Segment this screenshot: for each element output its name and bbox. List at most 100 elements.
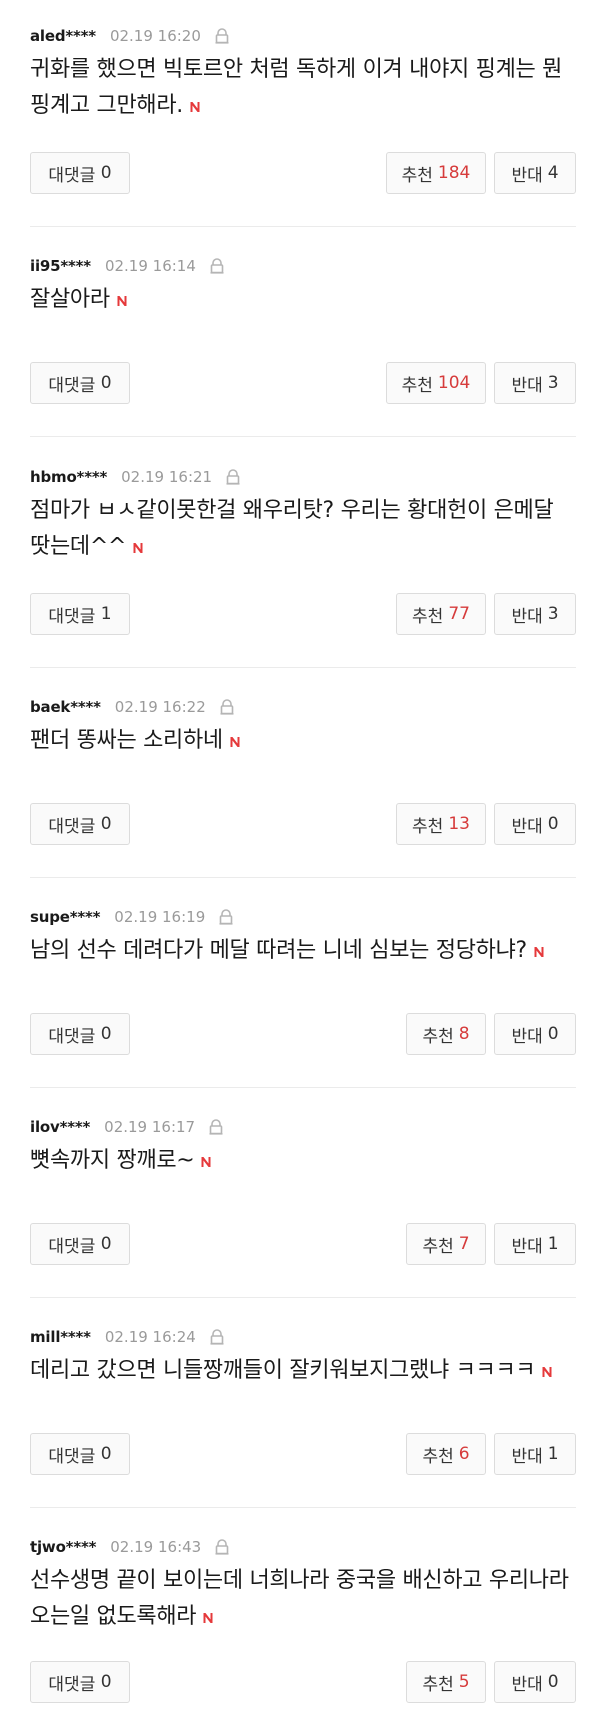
comment-username[interactable]: ilov**** bbox=[30, 1118, 90, 1136]
reply-button[interactable]: 대댓글 1 bbox=[30, 593, 130, 635]
comment-divider bbox=[30, 877, 576, 878]
comment-timestamp: 02.19 16:21 bbox=[121, 468, 213, 486]
disagree-button[interactable]: 반대 0 bbox=[494, 803, 576, 845]
disagree-button[interactable]: 반대 4 bbox=[494, 152, 576, 194]
disagree-count: 3 bbox=[547, 604, 559, 624]
disagree-button[interactable]: 반대 3 bbox=[494, 362, 576, 404]
new-badge-icon bbox=[132, 530, 144, 553]
comment-meta: mill**** 02.19 16:24 bbox=[30, 1323, 226, 1351]
comment-timestamp: 02.19 16:20 bbox=[109, 27, 201, 45]
disagree-button[interactable]: 반대 0 bbox=[494, 1013, 576, 1055]
reply-button[interactable]: 대댓글 0 bbox=[30, 152, 130, 194]
agree-button[interactable]: 추천 6 bbox=[406, 1433, 486, 1475]
report-icon[interactable] bbox=[208, 1328, 226, 1346]
reply-button[interactable]: 대댓글 0 bbox=[30, 803, 130, 845]
new-badge-icon bbox=[533, 934, 545, 957]
disagree-label: 반대 bbox=[511, 606, 543, 627]
comment-text: 팬더 똥싸는 소리하네 bbox=[30, 723, 576, 759]
disagree-label: 반대 bbox=[511, 375, 543, 396]
report-icon[interactable] bbox=[218, 698, 236, 716]
agree-button[interactable]: 추천 13 bbox=[396, 803, 486, 845]
new-badge-icon bbox=[116, 283, 128, 306]
reply-button[interactable]: 대댓글 0 bbox=[30, 362, 130, 404]
disagree-count: 4 bbox=[547, 163, 559, 183]
report-icon[interactable] bbox=[213, 1538, 231, 1556]
comment-username[interactable]: supe**** bbox=[30, 908, 100, 926]
new-badge-icon bbox=[189, 89, 201, 112]
comment-text: 남의 선수 데려다가 메달 따려는 니네 심보는 정당하냐? bbox=[30, 933, 576, 969]
disagree-label: 반대 bbox=[511, 1236, 543, 1257]
comment-body: 데리고 갔으면 니들짱깨들이 잘키워보지그랬냐 ㅋㅋㅋㅋ bbox=[30, 1358, 536, 1383]
comment-meta: ilov**** 02.19 16:17 bbox=[30, 1113, 225, 1141]
disagree-button[interactable]: 반대 1 bbox=[494, 1433, 576, 1475]
report-icon[interactable] bbox=[217, 908, 235, 926]
new-badge-icon bbox=[202, 1600, 214, 1623]
report-icon[interactable] bbox=[207, 1118, 225, 1136]
reply-count: 0 bbox=[100, 1024, 112, 1044]
comment-text: 선수생명 끝이 보이는데 너희나라 중국을 배신하고 우리나라 오는일 없도록해… bbox=[30, 1563, 576, 1635]
report-icon[interactable] bbox=[224, 468, 242, 486]
agree-label: 추천 bbox=[401, 165, 433, 186]
agree-count: 6 bbox=[458, 1444, 470, 1464]
agree-count: 5 bbox=[458, 1672, 470, 1692]
disagree-count: 0 bbox=[547, 814, 559, 834]
comment-text: 점마가 ㅂㅅ같이못한걸 왜우리탓? 우리는 황대헌이 은메달 땃는데^^ bbox=[30, 493, 576, 565]
agree-count: 8 bbox=[458, 1024, 470, 1044]
disagree-button[interactable]: 반대 1 bbox=[494, 1223, 576, 1265]
agree-count: 13 bbox=[448, 814, 470, 834]
reply-count: 0 bbox=[100, 163, 112, 183]
reply-count: 0 bbox=[100, 1234, 112, 1254]
disagree-count: 0 bbox=[547, 1672, 559, 1692]
agree-count: 77 bbox=[448, 604, 470, 624]
agree-button[interactable]: 추천 8 bbox=[406, 1013, 486, 1055]
reply-button[interactable]: 대댓글 0 bbox=[30, 1013, 130, 1055]
comment-text: 뼛속까지 짱깨로~ bbox=[30, 1143, 576, 1179]
comment-meta: aled**** 02.19 16:20 bbox=[30, 22, 231, 50]
reply-label: 대댓글 bbox=[48, 165, 96, 186]
comment-username[interactable]: ii95**** bbox=[30, 257, 91, 275]
reply-count: 1 bbox=[100, 604, 112, 624]
comment-body: 선수생명 끝이 보이는데 너희나라 중국을 배신하고 우리나라 오는일 없도록해… bbox=[30, 1568, 569, 1629]
comment-item: mill**** 02.19 16:24 데리고 갔으면 니들짱깨들이 잘키워보… bbox=[30, 1323, 576, 1483]
comment-body: 잘살아라 bbox=[30, 287, 110, 312]
reply-label: 대댓글 bbox=[48, 606, 96, 627]
disagree-count: 0 bbox=[547, 1024, 559, 1044]
reply-count: 0 bbox=[100, 814, 112, 834]
disagree-count: 1 bbox=[547, 1234, 559, 1254]
reply-button[interactable]: 대댓글 0 bbox=[30, 1223, 130, 1265]
reply-button[interactable]: 대댓글 0 bbox=[30, 1433, 130, 1475]
comment-body: 점마가 ㅂㅅ같이못한걸 왜우리탓? 우리는 황대헌이 은메달 땃는데^^ bbox=[30, 498, 554, 559]
disagree-label: 반대 bbox=[511, 165, 543, 186]
disagree-button[interactable]: 반대 3 bbox=[494, 593, 576, 635]
comment-item: hbmo**** 02.19 16:21 점마가 ㅂㅅ같이못한걸 왜우리탓? 우… bbox=[30, 463, 576, 643]
comment-username[interactable]: aled**** bbox=[30, 27, 96, 45]
comment-item: ilov**** 02.19 16:17 뼛속까지 짱깨로~ 대댓글 0 추천 7… bbox=[30, 1113, 576, 1273]
disagree-button[interactable]: 반대 0 bbox=[494, 1661, 576, 1703]
comment-username[interactable]: baek**** bbox=[30, 698, 101, 716]
comment-divider bbox=[30, 436, 576, 437]
report-icon[interactable] bbox=[208, 257, 226, 275]
new-badge-icon bbox=[541, 1354, 553, 1377]
comment-item: ii95**** 02.19 16:14 잘살아라 대댓글 0 추천 104 반대… bbox=[30, 252, 576, 412]
agree-count: 184 bbox=[437, 163, 471, 183]
comment-body: 뼛속까지 짱깨로~ bbox=[30, 1148, 195, 1173]
report-icon[interactable] bbox=[213, 27, 231, 45]
comment-divider bbox=[30, 1507, 576, 1508]
agree-button[interactable]: 추천 7 bbox=[406, 1223, 486, 1265]
agree-button[interactable]: 추천 184 bbox=[386, 152, 486, 194]
reply-count: 0 bbox=[100, 1444, 112, 1464]
agree-button[interactable]: 추천 5 bbox=[406, 1661, 486, 1703]
comment-username[interactable]: hbmo**** bbox=[30, 468, 107, 486]
new-badge-icon bbox=[229, 724, 241, 747]
reply-label: 대댓글 bbox=[48, 1026, 96, 1047]
comment-username[interactable]: tjwo**** bbox=[30, 1538, 96, 1556]
agree-button[interactable]: 추천 77 bbox=[396, 593, 486, 635]
comment-item: supe**** 02.19 16:19 남의 선수 데려다가 메달 따려는 니… bbox=[30, 903, 576, 1063]
reply-button[interactable]: 대댓글 0 bbox=[30, 1661, 130, 1703]
agree-button[interactable]: 추천 104 bbox=[386, 362, 486, 404]
comment-body: 팬더 똥싸는 소리하네 bbox=[30, 728, 223, 753]
agree-count: 104 bbox=[437, 373, 471, 393]
comment-meta: supe**** 02.19 16:19 bbox=[30, 903, 235, 931]
agree-label: 추천 bbox=[412, 606, 444, 627]
comment-username[interactable]: mill**** bbox=[30, 1328, 91, 1346]
